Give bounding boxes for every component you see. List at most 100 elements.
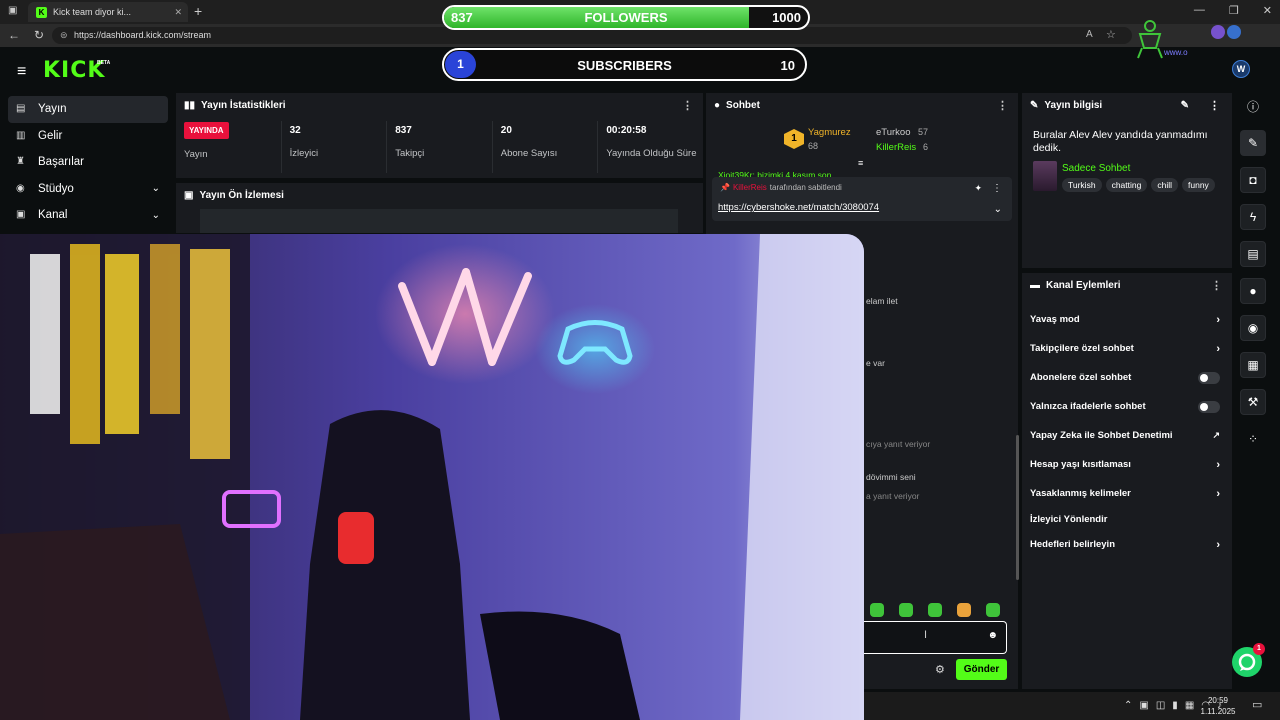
tray-app-icon[interactable]: ▣ (1139, 700, 1148, 711)
sidebar-item-gelir[interactable]: ▥ Gelir (8, 123, 168, 150)
more-options-icon[interactable]: ⋮ (997, 99, 1008, 112)
browser-tab[interactable]: K Kick team diyor ki... ✕ (28, 2, 188, 22)
action-banned-words[interactable]: Yasaklanmış kelimeler › (1022, 479, 1232, 508)
preview-icon[interactable]: ◘ (1240, 167, 1266, 193)
stat-label: İzleyici (289, 148, 319, 159)
back-icon[interactable]: ← (8, 28, 20, 42)
sidebar-item-basarilar[interactable]: ♜ Başarılar (8, 149, 168, 176)
collapse-icon[interactable]: ≡ (858, 158, 863, 168)
kick-favicon-icon: K (36, 6, 47, 18)
action-label: Yavaş mod (1030, 314, 1080, 325)
close-tab-icon[interactable]: ✕ (174, 7, 182, 18)
right-rail: ⓘ ✎ ◘ ϟ ▤ ● ◉ ▦ ⚒ ⁘ (1240, 93, 1272, 463)
action-account-age[interactable]: Hesap yaşı kısıtlaması › (1022, 450, 1232, 479)
chevron-right-icon: › (1216, 487, 1220, 500)
unpin-icon[interactable]: ✦ (974, 183, 982, 194)
more-options-icon[interactable]: ⋮ (992, 183, 1002, 194)
chat-bubble-icon[interactable]: ● (1240, 278, 1266, 304)
chevron-down-icon[interactable]: ⌄ (994, 204, 1002, 215)
top-user-name[interactable]: Yagmurez (808, 127, 851, 138)
tray-app-icon[interactable]: ▦ (1185, 700, 1194, 711)
minimize-button[interactable]: — (1194, 4, 1205, 17)
tray-app-icon[interactable]: ▮ (1172, 700, 1178, 711)
more-options-icon[interactable]: ⋮ (682, 99, 693, 112)
subscribers-goal-bar: 1 SUBSCRIBERS 10 (442, 48, 807, 81)
site-info-icon[interactable]: ⊜ (60, 27, 68, 44)
action-set-goals[interactable]: Hedefleri belirleyin › (1022, 530, 1232, 559)
read-aloud-icon[interactable]: A (1086, 29, 1093, 40)
stat-value: 837 (395, 125, 412, 136)
tag[interactable]: chatting (1105, 178, 1148, 192)
category-name[interactable]: Sadece Sohbet (1062, 163, 1130, 174)
action-label: Yapay Zeka ile Sohbet Denetimi (1030, 430, 1173, 441)
sidebar-item-yayin[interactable]: ▤ Yayın (8, 96, 168, 123)
reload-icon[interactable]: ↻ (34, 28, 44, 42)
support-chat-button[interactable]: 1 (1232, 643, 1265, 677)
apps-icon[interactable]: ⁘ (1240, 426, 1266, 452)
print-icon[interactable]: ▦ (1240, 352, 1266, 378)
close-window-button[interactable]: ✕ (1263, 4, 1272, 17)
emoji-picker-icon[interactable]: ☻ (987, 630, 998, 641)
notifications-icon[interactable]: ▭ (1252, 698, 1262, 711)
action-followers-only[interactable]: Takipçilere özel sohbet › (1022, 334, 1232, 363)
lightning-icon[interactable]: ϟ (1240, 204, 1266, 230)
subscribers-only-toggle[interactable] (1198, 371, 1220, 384)
channel-actions-panel: ▬ Kanal Eylemleri ⋮ Yavaş mod › Takipçil… (1022, 273, 1232, 689)
tag[interactable]: chill (1151, 178, 1178, 192)
stat-value: 00:20:58 (606, 125, 647, 136)
favorite-star-icon[interactable]: ☆ (1106, 28, 1116, 41)
action-label: İzleyici Yönlendir (1030, 513, 1108, 525)
top-user-name[interactable]: KillerReis (876, 142, 916, 153)
category-thumbnail[interactable] (1033, 161, 1057, 191)
beta-badge: BETA (97, 60, 111, 66)
chat-scrollbar[interactable] (1016, 435, 1019, 580)
emote-icon[interactable] (986, 603, 1000, 617)
pinned-link[interactable]: https://cybershoke.net/match/3080074 (718, 202, 879, 213)
maximize-button[interactable]: ❐ (1229, 4, 1239, 17)
top-user-name[interactable]: eTurkoo (876, 127, 911, 138)
chat-settings-icon[interactable]: ⚙ (935, 663, 945, 676)
action-slow-mode[interactable]: Yavaş mod › (1022, 305, 1232, 334)
chevron-right-icon: › (1216, 458, 1220, 471)
rank-badge: 1 (784, 129, 804, 149)
more-options-icon[interactable]: ⋮ (1211, 279, 1222, 292)
edit-icon[interactable]: ✎ (1240, 130, 1266, 156)
broadcast-icon[interactable]: ◉ (1240, 315, 1266, 341)
tag[interactable]: funny (1182, 178, 1215, 192)
stream-preview-thumbnail[interactable] (200, 209, 678, 233)
emote-icon[interactable] (899, 603, 913, 617)
emote-icon[interactable] (870, 603, 884, 617)
sidebar-item-label: Stüdyo (38, 182, 74, 195)
top-user-count: 6 (923, 142, 929, 152)
system-clock[interactable]: 20:59 1.11.2025 (1198, 695, 1238, 717)
emotes-only-toggle[interactable] (1198, 400, 1220, 413)
sidebar-toggle-icon[interactable]: ▣ (8, 5, 17, 16)
document-icon[interactable]: ▤ (1240, 241, 1266, 267)
tag[interactable]: Turkish (1062, 178, 1102, 192)
webcam-overlay (0, 234, 864, 720)
stats-icon: ▮▮ (184, 99, 196, 111)
wrench-icon: ✎ (1030, 99, 1039, 111)
live-badge: YAYINDA (184, 122, 229, 139)
sidebar-item-studyo[interactable]: ◉ Stüdyo ⌄ (8, 176, 168, 203)
new-tab-button[interactable]: + (194, 3, 202, 19)
wrench-icon[interactable]: ⚒ (1240, 389, 1266, 415)
edit-icon[interactable]: ✎ (1181, 100, 1189, 111)
send-button[interactable]: Gönder (956, 659, 1007, 680)
followers-target: 1000 (772, 10, 801, 25)
tray-chevron-icon[interactable]: ⌃ (1124, 700, 1132, 711)
sidebar-item-kanal[interactable]: ▣ Kanal ⌄ (8, 202, 168, 229)
info-icon[interactable]: ⓘ (1240, 93, 1266, 119)
chat-input[interactable]: I ☻ (864, 621, 1007, 654)
pin-icon: 📌 (720, 183, 730, 192)
user-avatar[interactable]: W (1232, 60, 1250, 78)
action-raid[interactable]: İzleyici Yönlendir (1022, 508, 1232, 530)
pinned-by-user[interactable]: KillerReis (733, 183, 767, 192)
menu-icon[interactable]: ≡ (17, 63, 26, 81)
more-options-icon[interactable]: ⋮ (1209, 99, 1220, 112)
emote-icon[interactable] (928, 603, 942, 617)
tray-app-icon[interactable]: ◫ (1156, 700, 1165, 711)
action-ai-moderation[interactable]: Yapay Zeka ile Sohbet Denetimi ↗ (1022, 421, 1232, 450)
tab-title: Kick team diyor ki... (53, 7, 132, 17)
emote-icon[interactable] (957, 603, 971, 617)
